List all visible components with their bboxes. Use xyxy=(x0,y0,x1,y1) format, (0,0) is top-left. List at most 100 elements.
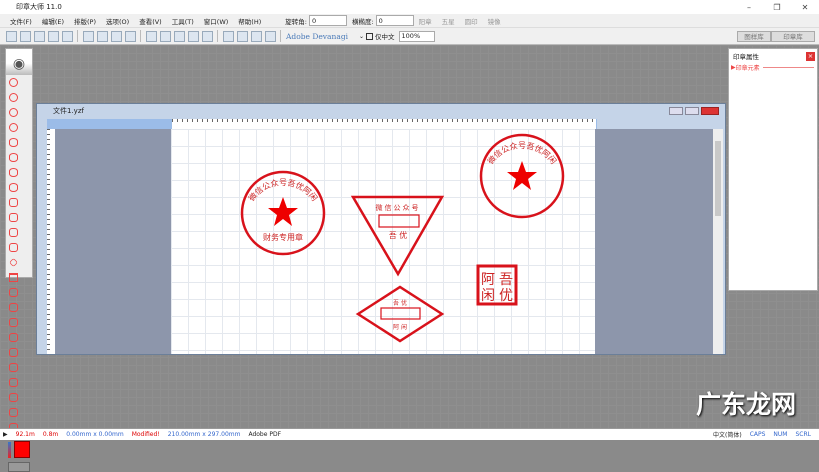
ellipse-label: 横椭度: xyxy=(351,17,374,26)
status-page-size: 210.00mm x 297.00mm xyxy=(167,431,241,438)
diamond-tool-icon[interactable] xyxy=(9,258,18,267)
close-button[interactable]: ✕ xyxy=(791,3,819,12)
round-stamp-tool-icon[interactable] xyxy=(9,78,18,87)
status-position: 0.00mm x 0.00mm xyxy=(66,431,124,438)
check-mirror[interactable]: 镜像 xyxy=(488,16,501,26)
menu-options[interactable]: 选项(O) xyxy=(106,16,129,26)
align-center-icon[interactable] xyxy=(173,30,185,42)
oval3-tool-icon[interactable] xyxy=(9,168,18,177)
diamond-stamp[interactable]: 吾 优 阿 闲 xyxy=(355,285,445,343)
minimize-button[interactable]: – xyxy=(735,3,763,12)
check-star[interactable]: 五星 xyxy=(442,16,455,26)
status-num: NUM xyxy=(773,431,788,438)
stamp-icon[interactable] xyxy=(236,30,248,42)
stamp-bottom-text: 阿 闲 xyxy=(393,323,407,331)
rect4-tool-icon[interactable] xyxy=(9,243,18,252)
square7-tool-icon[interactable] xyxy=(9,378,18,387)
link-icon[interactable] xyxy=(8,462,30,472)
menu-tools[interactable]: 工具(T) xyxy=(172,16,194,26)
rotate-label: 旋转角: xyxy=(285,17,307,26)
check-round[interactable]: 圆印 xyxy=(465,16,478,26)
stamp-top-text: 微信公众号 xyxy=(376,203,421,212)
tab-stamp-library[interactable]: 印章库 xyxy=(771,30,815,42)
info-icon[interactable] xyxy=(264,30,276,42)
square-tool-icon[interactable] xyxy=(9,288,18,297)
zoom-select[interactable]: 100% xyxy=(398,30,435,42)
square9-tool-icon[interactable] xyxy=(9,408,18,417)
menu-view[interactable]: 查看(V) xyxy=(139,16,162,26)
menu-bar: 文件(F) 编辑(E) 排版(P) 选项(O) 查看(V) 工具(T) 窗口(W… xyxy=(0,14,819,28)
menu-layout[interactable]: 排版(P) xyxy=(74,16,96,26)
status-bar: ▶ 92.1m 0.8m 0.00mm x 0.00mm Modified! 2… xyxy=(0,428,819,440)
toolbar: Adobe Devanagi ⌄ 仅中文 100% 图样库 印章库 xyxy=(0,28,819,45)
doc-minimize-button[interactable] xyxy=(669,107,683,115)
square4-tool-icon[interactable] xyxy=(9,333,18,342)
align-icon[interactable] xyxy=(145,30,157,42)
scroll-thumb[interactable] xyxy=(715,141,721,216)
only-chinese-checkbox[interactable] xyxy=(366,32,374,40)
align-bottom-icon[interactable] xyxy=(201,30,213,42)
oval-tool-icon[interactable] xyxy=(9,138,18,147)
image-icon[interactable] xyxy=(250,30,262,42)
save-icon[interactable] xyxy=(33,30,45,42)
panel-section[interactable]: 印章元素 xyxy=(736,63,760,72)
panel-close-button[interactable]: × xyxy=(806,51,815,61)
tab-pattern-library[interactable]: 图样库 xyxy=(737,30,771,42)
oval2-tool-icon[interactable] xyxy=(9,153,18,162)
menu-file[interactable]: 文件(F) xyxy=(10,16,32,26)
triangle-tool-icon[interactable] xyxy=(9,273,18,282)
ellipse-input[interactable]: 0 xyxy=(375,15,414,26)
page[interactable]: 微信公众号吾优阿闲 财务专用章 微信公众号吾优阿闲 微信公众号 吾 优 吾 优 … xyxy=(171,129,595,354)
status-b: 0.8m xyxy=(42,431,59,438)
maximize-button[interactable]: ❐ xyxy=(763,3,791,12)
delete-icon[interactable] xyxy=(124,30,136,42)
square5-tool-icon[interactable] xyxy=(9,348,18,357)
menu-window[interactable]: 窗口(W) xyxy=(204,16,229,26)
cut-icon[interactable] xyxy=(82,30,94,42)
round-stamp4-tool-icon[interactable] xyxy=(9,123,18,132)
status-scrl: SCRL xyxy=(795,431,811,438)
menu-edit[interactable]: 编辑(E) xyxy=(42,16,64,26)
document-window: 文件1.yzf 微信公众号吾优阿闲 财务专用章 微信公众号吾优阿闲 微信公众号 … xyxy=(36,103,726,355)
open-icon[interactable] xyxy=(19,30,31,42)
square-char: 吾 xyxy=(499,272,513,288)
square3-tool-icon[interactable] xyxy=(9,318,18,327)
round-stamp3-tool-icon[interactable] xyxy=(9,108,18,117)
status-caps: CAPS xyxy=(749,431,766,438)
status-ime: 中文(简体) xyxy=(713,432,742,439)
print-preview-icon[interactable] xyxy=(47,30,59,42)
rect2-tool-icon[interactable] xyxy=(9,213,18,222)
align-right-icon[interactable] xyxy=(187,30,199,42)
check-yang[interactable]: 阳章 xyxy=(419,16,432,26)
square8-tool-icon[interactable] xyxy=(9,393,18,402)
oval4-tool-icon[interactable] xyxy=(9,183,18,192)
stamp-properties-panel: 印章属性 × ▶ 印章元素 xyxy=(728,48,818,291)
square-stamp[interactable]: 吾 阿 优 闲 xyxy=(476,264,518,306)
triangle-stamp[interactable]: 微信公众号 吾 优 xyxy=(350,195,445,277)
watermark: 广东龙网 xyxy=(696,390,797,419)
new-icon[interactable] xyxy=(5,30,17,42)
doc-close-button[interactable] xyxy=(701,107,719,115)
round-stamp-finance[interactable]: 微信公众号吾优阿闲 财务专用章 xyxy=(240,170,326,256)
paste-icon[interactable] xyxy=(110,30,122,42)
font-select[interactable]: Adobe Devanagi xyxy=(284,31,359,42)
rect3-tool-icon[interactable] xyxy=(9,228,18,237)
eye-icon[interactable]: ◉ xyxy=(6,49,32,75)
print-icon[interactable] xyxy=(61,30,73,42)
color-slider[interactable] xyxy=(8,441,11,458)
copy-icon[interactable] xyxy=(96,30,108,42)
export-icon[interactable] xyxy=(222,30,234,42)
vertical-scrollbar[interactable] xyxy=(713,129,723,354)
rect-tool-icon[interactable] xyxy=(9,198,18,207)
square2-tool-icon[interactable] xyxy=(9,303,18,312)
square6-tool-icon[interactable] xyxy=(9,363,18,372)
status-modified: Modified! xyxy=(131,431,160,438)
round-stamp2-tool-icon[interactable] xyxy=(9,93,18,102)
rotate-input[interactable]: 0 xyxy=(308,15,347,26)
align-left-icon[interactable] xyxy=(159,30,171,42)
round-stamp[interactable]: 微信公众号吾优阿闲 xyxy=(479,133,565,219)
color-swatch[interactable] xyxy=(13,441,30,458)
star-icon xyxy=(268,197,298,226)
menu-help[interactable]: 帮助(H) xyxy=(238,16,261,26)
doc-restore-button[interactable] xyxy=(685,107,699,115)
